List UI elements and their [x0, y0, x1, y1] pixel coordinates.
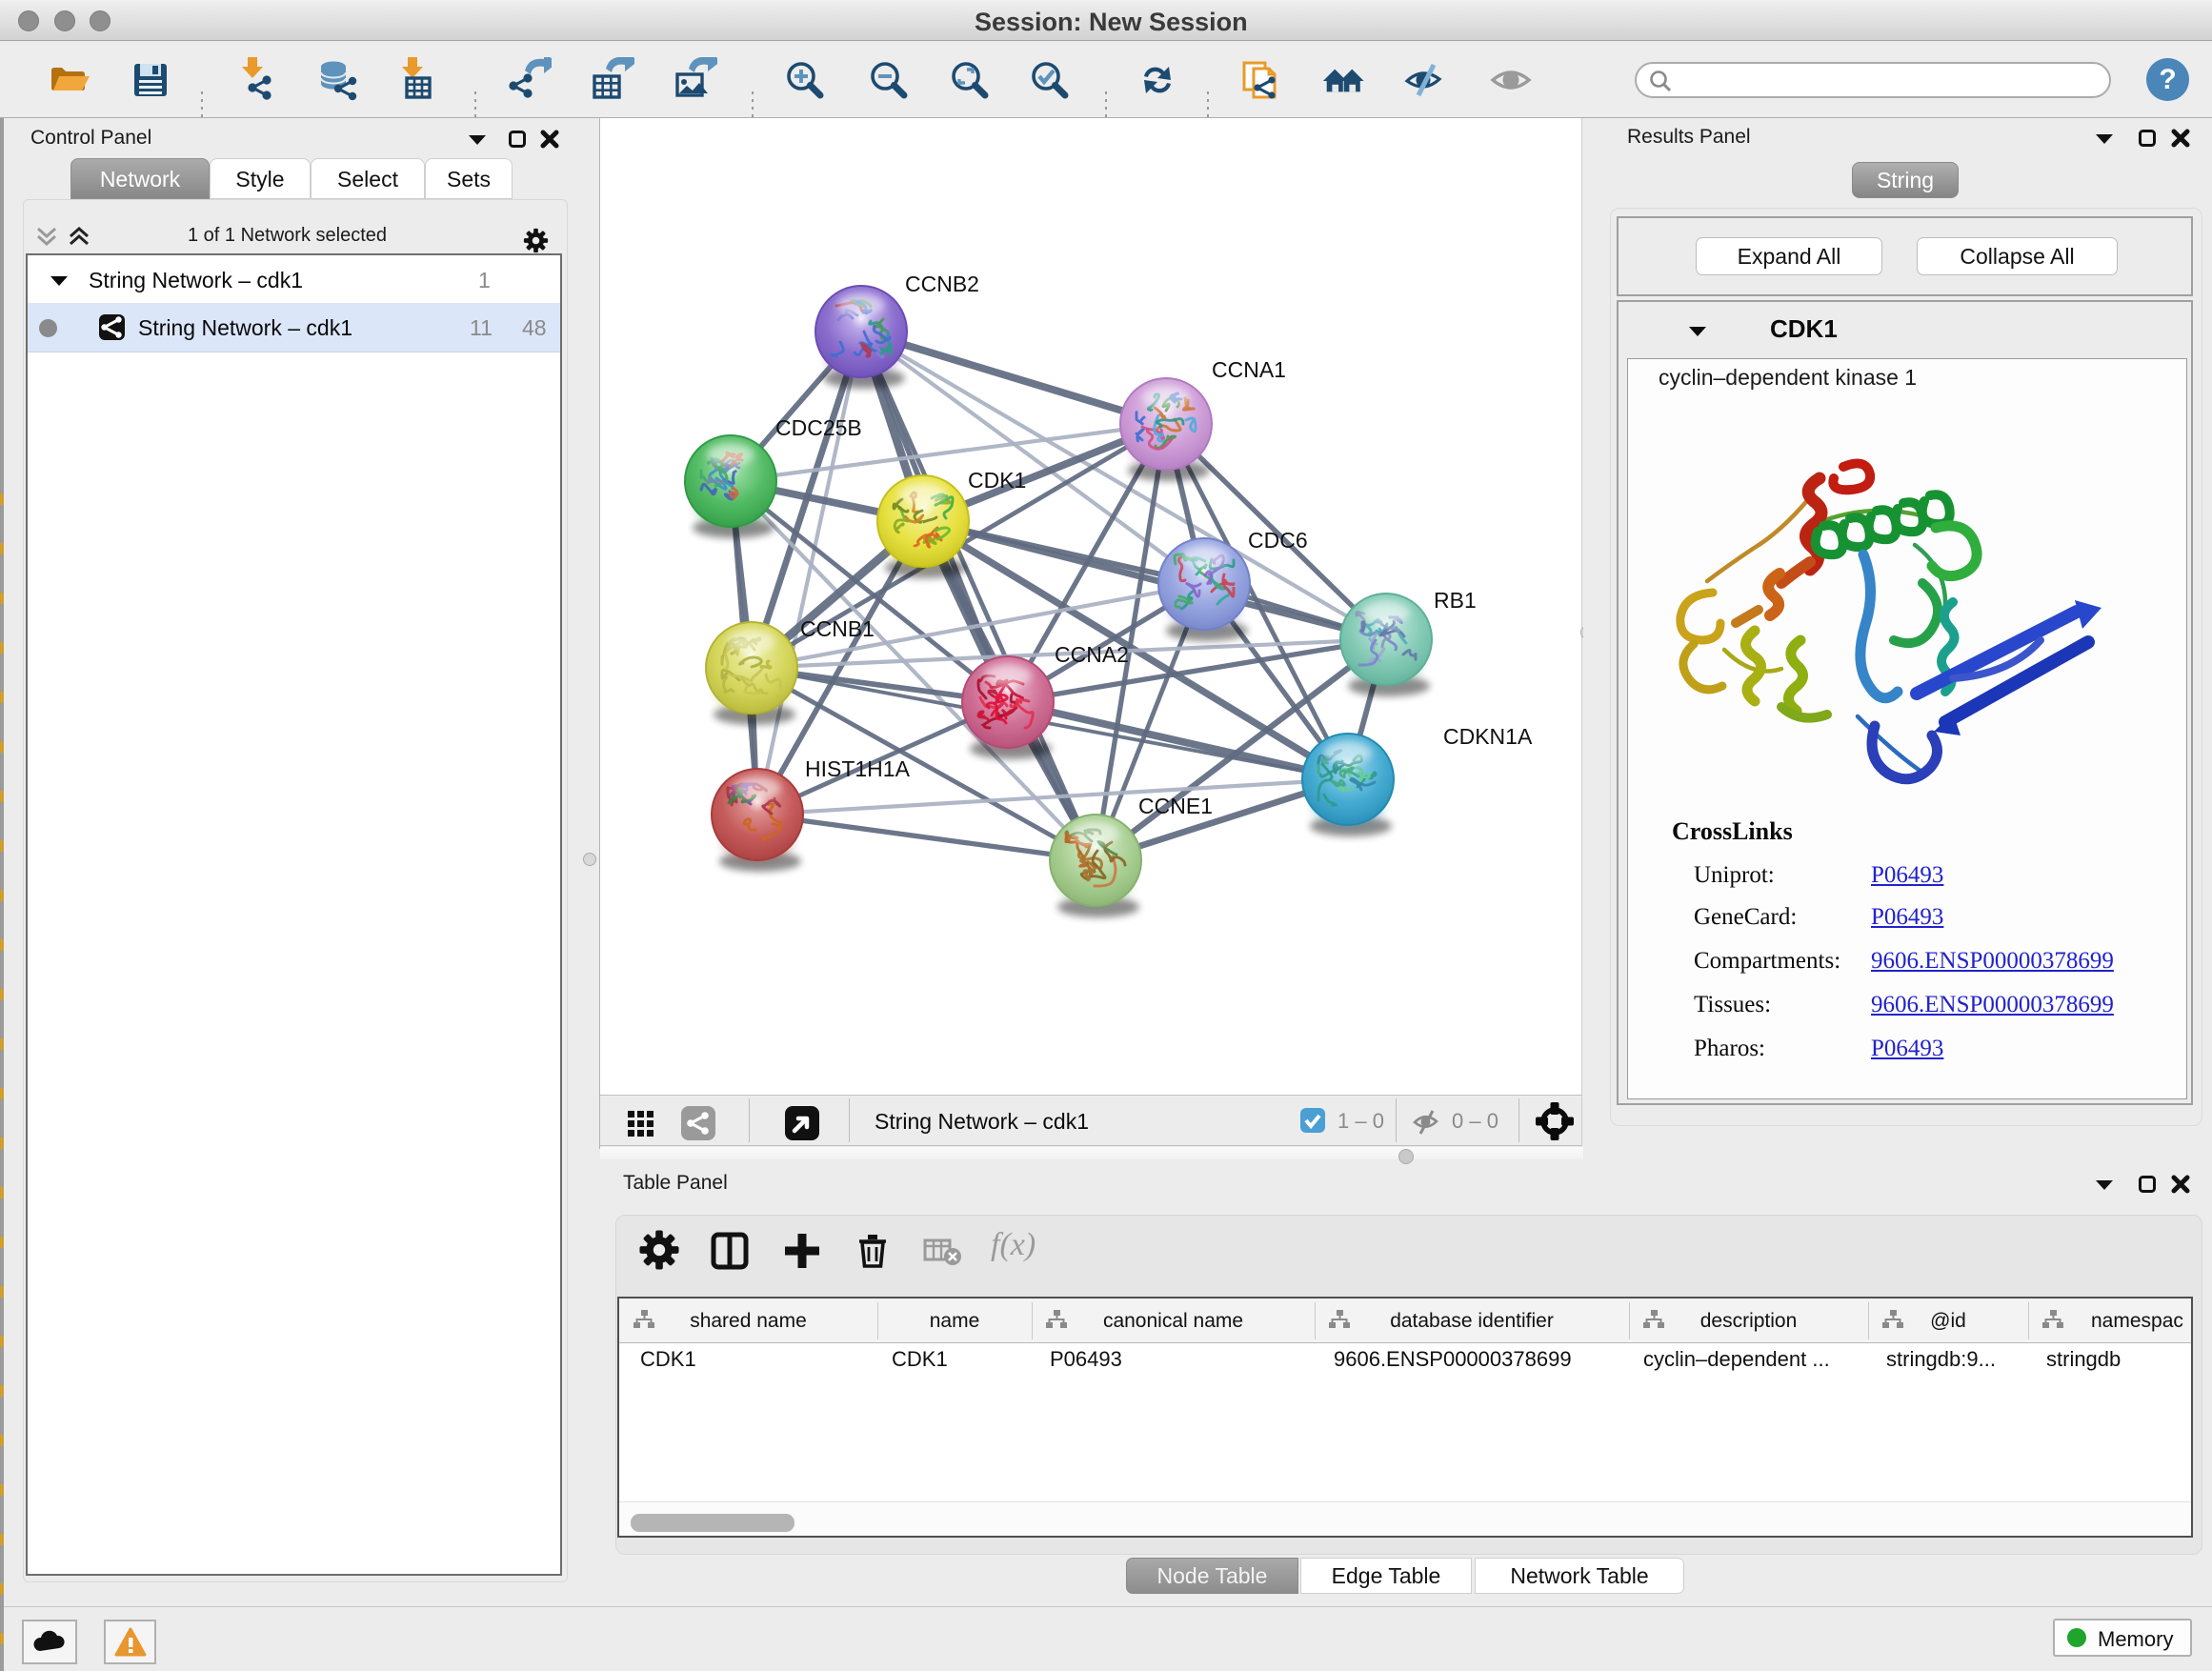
svg-text:RB1: RB1: [1434, 588, 1477, 613]
svg-text:CDKN1A: CDKN1A: [1443, 724, 1533, 749]
svg-text:CDC25B: CDC25B: [775, 415, 862, 440]
svg-text:CDC6: CDC6: [1248, 528, 1308, 553]
svg-text:CCNB1: CCNB1: [800, 616, 875, 641]
svg-text:HIST1H1A: HIST1H1A: [805, 756, 911, 781]
svg-text:CCNE1: CCNE1: [1138, 794, 1213, 818]
svg-text:CCNA1: CCNA1: [1212, 357, 1286, 382]
svg-text:CDK1: CDK1: [968, 468, 1026, 493]
svg-text:CCNB2: CCNB2: [905, 272, 979, 296]
svg-text:CCNA2: CCNA2: [1055, 642, 1129, 667]
